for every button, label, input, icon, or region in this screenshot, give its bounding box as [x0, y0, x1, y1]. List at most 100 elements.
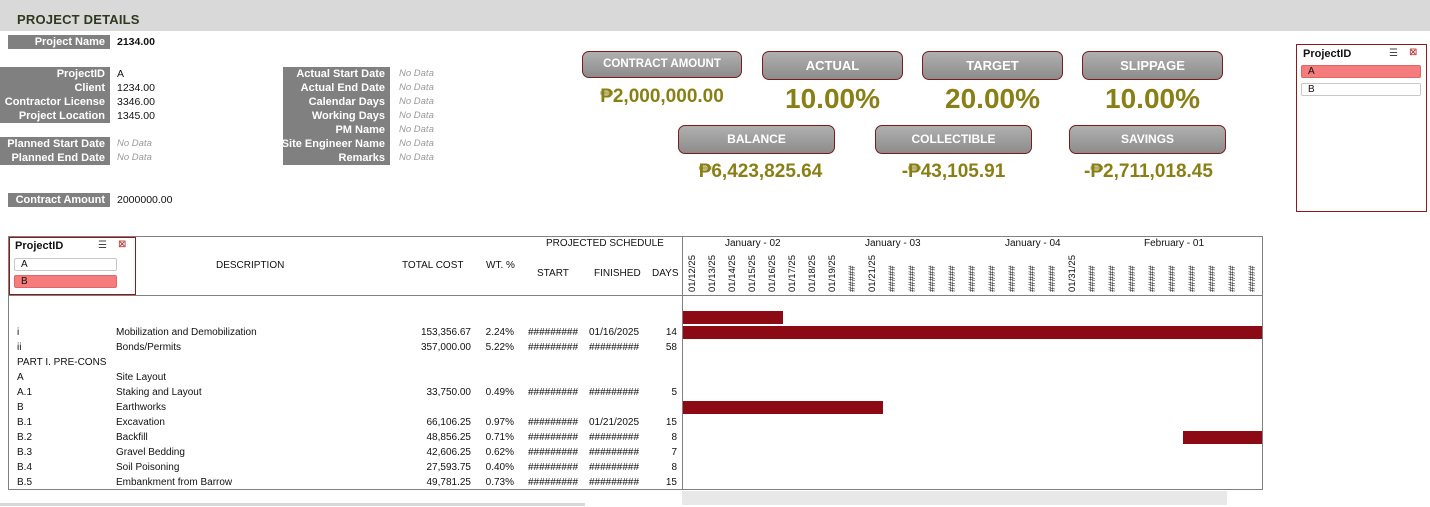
field-label: Remarks: [283, 151, 390, 165]
field-label: Project Location: [0, 109, 110, 123]
cell-desc: Mobilization and Demobilization: [116, 327, 257, 338]
projectid-slicer-left: ProjectID ☰ ⊠ A B: [9, 237, 136, 295]
gantt-date-label: 01/17/25: [787, 255, 798, 292]
projectid-slicer-right: ProjectID ☰ ⊠ A B: [1296, 44, 1427, 212]
kpi-balance-button[interactable]: BALANCE: [678, 125, 835, 154]
cell-days: [597, 400, 677, 415]
slicer-left-item-b[interactable]: B: [14, 275, 117, 288]
cell-start: #########: [528, 327, 579, 338]
cell-start: #########: [528, 447, 579, 458]
slicer-right-item-b[interactable]: B: [1301, 83, 1421, 96]
gantt-date-label: #####: [1147, 265, 1158, 292]
slicer-right-title: ProjectID: [1303, 48, 1352, 60]
cell-code: A.1: [17, 387, 33, 398]
kpi-contract-amount-value: ₱2,000,000.00: [600, 86, 724, 107]
cell-days: [597, 370, 677, 385]
gantt-date-label: 01/12/25: [687, 255, 698, 292]
multi-select-icon[interactable]: ☰: [1389, 48, 1398, 59]
cell-code: B: [17, 402, 24, 413]
header-bar: [0, 0, 1430, 31]
cell-wt: 0.71%: [485, 432, 514, 443]
col-projected-schedule: PROJECTED SCHEDULE: [546, 238, 664, 249]
cell-desc: Soil Poisoning: [116, 462, 180, 473]
field-value: No Data: [399, 124, 434, 135]
field-value: No Data: [399, 82, 434, 93]
clear-filter-icon[interactable]: ⊠: [1409, 47, 1417, 58]
kpi-collectible-value: -₱43,105.91: [901, 161, 1006, 182]
slicer-left-title: ProjectID: [15, 240, 64, 252]
cell-days: 14: [665, 327, 677, 338]
cell-days: 8: [671, 462, 677, 473]
gantt-date-label: #####: [1167, 265, 1178, 292]
cell-start: #########: [528, 432, 579, 443]
gantt-date-label: #####: [1207, 265, 1218, 292]
sheet-edge: [0, 503, 585, 506]
field-value: No Data: [399, 152, 434, 163]
kpi-savings-value: -₱2,711,018.45: [1084, 161, 1213, 182]
col-wt: WT. %: [486, 260, 515, 271]
cell-wt: [434, 370, 514, 385]
cell-wt: 0.97%: [485, 417, 514, 428]
cell-days: 8: [671, 432, 677, 443]
gantt-date-label: #####: [927, 265, 938, 292]
gantt-date-label: #####: [887, 265, 898, 292]
cell-code: B.2: [17, 432, 33, 443]
gantt-date-label: #####: [1187, 265, 1198, 292]
kpi-slippage-value: 10.00%: [1105, 83, 1200, 114]
slicer-right-item-a[interactable]: A: [1301, 65, 1421, 78]
field-label: Planned End Date: [0, 151, 110, 165]
cell-start: #########: [528, 477, 579, 488]
cell-code: ii: [17, 342, 22, 353]
clear-filter-icon[interactable]: ⊠: [118, 239, 126, 250]
gantt-date-label: 01/19/25: [827, 255, 838, 292]
cell-desc: Embankment from Barrow: [116, 477, 233, 488]
gantt-bar: [1183, 431, 1262, 444]
cell-desc: Backfill: [116, 432, 148, 443]
horizontal-scrollbar[interactable]: [682, 491, 1227, 505]
cell-start: #########: [528, 417, 579, 428]
cell-wt: 2.24%: [485, 327, 514, 338]
kpi-actual-button[interactable]: ACTUAL: [762, 51, 903, 80]
project-name-label: Project Name: [8, 35, 110, 49]
gantt-date-label: #####: [1107, 265, 1118, 292]
field-label: Client: [0, 81, 110, 95]
gantt-date-label: #####: [907, 265, 918, 292]
kpi-actual-value: 10.00%: [785, 83, 880, 114]
slicer-left-item-a[interactable]: A: [14, 258, 117, 271]
cell-code: B.3: [17, 447, 33, 458]
gantt-date-label: #####: [987, 265, 998, 292]
cell-code: B.5: [17, 477, 33, 488]
cell-start: #########: [528, 387, 579, 398]
field-value: 3346.00: [117, 96, 155, 108]
cell-code: PART I. PRE-CONS: [17, 357, 107, 368]
multi-select-icon[interactable]: ☰: [98, 240, 107, 251]
field-label: PM Name: [283, 123, 390, 137]
kpi-collectible-button[interactable]: COLLECTIBLE: [875, 125, 1032, 154]
cell-code: B.1: [17, 417, 33, 428]
field-label: Working Days: [283, 109, 390, 123]
cell-desc: Bonds/Permits: [116, 342, 182, 353]
gantt-date-label: 01/18/25: [807, 255, 818, 292]
kpi-savings-button[interactable]: SAVINGS: [1069, 125, 1226, 154]
gantt-date-label: #####: [847, 265, 858, 292]
gantt-bar: [683, 326, 1262, 339]
gantt-date-label: #####: [1247, 265, 1258, 292]
gantt-date-label: #####: [1027, 265, 1038, 292]
contract-amount-value: 2000000.00: [117, 194, 173, 206]
field-value: No Data: [117, 152, 152, 163]
page-title: PROJECT DETAILS: [17, 12, 140, 27]
cell-wt: 0.73%: [485, 477, 514, 488]
gantt-date-label: #####: [967, 265, 978, 292]
col-total-cost: TOTAL COST: [402, 260, 464, 271]
cell-desc: Excavation: [116, 417, 165, 428]
kpi-contract-amount-button[interactable]: CONTRACT AMOUNT: [582, 51, 742, 78]
gantt-date-label: #####: [947, 265, 958, 292]
gantt-date-label: #####: [1047, 265, 1058, 292]
gantt-date-label: 01/16/25: [767, 255, 778, 292]
cell-code: A: [17, 372, 24, 383]
cell-desc: Earthworks: [116, 402, 167, 413]
kpi-target-button[interactable]: TARGET: [922, 51, 1063, 80]
cell-code: i: [17, 327, 20, 338]
kpi-slippage-button[interactable]: SLIPPAGE: [1082, 51, 1223, 80]
cell-code: B.4: [17, 462, 33, 473]
